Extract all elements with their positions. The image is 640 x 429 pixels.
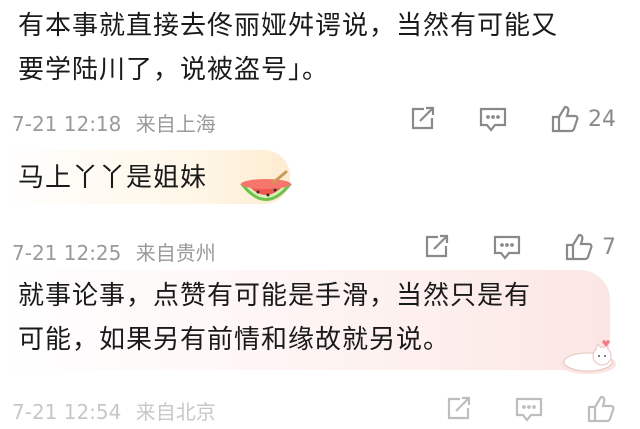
like-button[interactable]: 24 [550, 104, 616, 134]
comment-3-time: 7-21 12:54 [12, 400, 122, 424]
comment-1-time: 7-21 12:18 [12, 112, 122, 136]
comment-3-actions [402, 394, 616, 424]
like-button[interactable]: 7 [564, 232, 616, 262]
comment-1-meta: 7-21 12:18 来自上海 [12, 108, 216, 137]
comment-3-text-line2: 可能，如果另有前情和缘故就另说。 [18, 325, 451, 355]
like-icon [565, 233, 593, 261]
comment-icon [479, 107, 507, 132]
comment-3-location: 来自北京 [135, 400, 216, 424]
comment-button[interactable] [514, 395, 544, 423]
share-button[interactable] [444, 395, 472, 423]
share-icon [411, 106, 435, 130]
comment-1-actions: 24 [366, 104, 616, 134]
like-icon [551, 105, 579, 133]
comment-icon [515, 397, 543, 422]
share-button[interactable] [422, 233, 450, 261]
comment-2-like-count: 7 [602, 234, 616, 260]
comment-1-text-line2: 要学陆川了，说被盗号」。 [18, 55, 330, 85]
watermelon-sticker [240, 170, 292, 201]
comment-2-text: 马上丫丫是姐妹 [18, 163, 208, 193]
like-button[interactable] [586, 394, 616, 424]
like-icon [587, 395, 615, 423]
share-button[interactable] [408, 105, 436, 133]
comment-1-text-line1: 有本事就直接去佟丽娅舛谔说，当然有可能又 [18, 11, 559, 41]
comment-3-meta: 7-21 12:54 来自北京 [12, 396, 216, 425]
share-icon [447, 396, 471, 420]
comment-icon [493, 235, 521, 260]
comment-1-location: 来自上海 [135, 112, 216, 136]
comment-2-actions: 7 [380, 232, 616, 262]
comment-2-meta: 7-21 12:25 来自贵州 [12, 237, 216, 266]
cat-sticker [560, 340, 616, 374]
comment-3-text-line1: 就事论事，点赞有可能是手滑，当然只是有 [18, 281, 532, 311]
comment-button[interactable] [492, 233, 522, 261]
comment-1-like-count: 24 [588, 106, 616, 132]
comment-2-location: 来自贵州 [135, 241, 216, 265]
comment-2-time: 7-21 12:25 [12, 241, 122, 265]
comment-button[interactable] [478, 105, 508, 133]
share-icon [425, 234, 449, 258]
